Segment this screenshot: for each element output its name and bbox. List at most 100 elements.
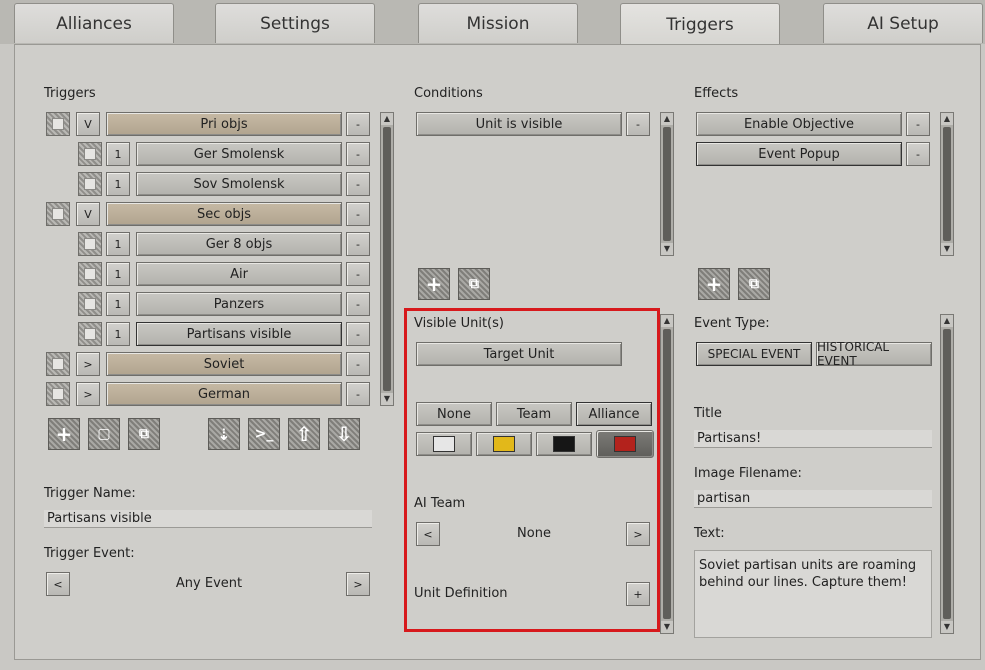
copy-condition-button[interactable]: ⧉ (458, 268, 490, 300)
add-trigger-button[interactable]: + (48, 418, 80, 450)
trigger-count[interactable]: 1 (106, 172, 130, 196)
scroll-up-icon[interactable]: ▲ (661, 113, 673, 125)
add-effect-button[interactable]: + (698, 268, 730, 300)
trigger-expand-toggle[interactable]: V (76, 112, 100, 136)
trigger-event-next-button[interactable]: > (346, 572, 370, 596)
scroll-down-icon[interactable]: ▼ (381, 393, 393, 405)
event-scrollbar[interactable]: ▲ ▼ (940, 314, 954, 634)
trigger-group-item[interactable]: Pri objs (106, 112, 342, 136)
remove-effect-button[interactable]: - (906, 142, 930, 166)
trigger-expand-toggle[interactable]: V (76, 202, 100, 226)
remove-effect-button[interactable]: - (906, 112, 930, 136)
trigger-item[interactable]: Panzers (136, 292, 342, 316)
remove-trigger-button[interactable]: - (346, 322, 370, 346)
scroll-down-icon[interactable]: ▼ (941, 243, 953, 255)
scope-team-button[interactable]: Team (496, 402, 572, 426)
trigger-checkbox[interactable] (78, 142, 102, 166)
scroll-up-icon[interactable]: ▲ (661, 315, 673, 327)
trigger-expand-toggle[interactable]: > (76, 352, 100, 376)
color-yellow-button[interactable] (476, 432, 532, 456)
scroll-thumb[interactable] (943, 127, 951, 241)
color-red-button[interactable] (596, 430, 654, 458)
remove-trigger-button[interactable]: - (346, 232, 370, 256)
scroll-thumb[interactable] (943, 329, 951, 619)
effect-item[interactable]: Enable Objective (696, 112, 902, 136)
trigger-checkbox[interactable] (78, 262, 102, 286)
trigger-item[interactable]: Ger Smolensk (136, 142, 342, 166)
trigger-count[interactable]: 1 (106, 262, 130, 286)
triggers-scrollbar[interactable]: ▲ ▼ (380, 112, 394, 406)
trigger-count[interactable]: 1 (106, 292, 130, 316)
target-unit-button[interactable]: Target Unit (416, 342, 622, 366)
trigger-checkbox[interactable] (78, 232, 102, 256)
remove-trigger-button[interactable]: - (346, 202, 370, 226)
remove-trigger-button[interactable]: - (346, 382, 370, 406)
scroll-up-icon[interactable]: ▲ (941, 113, 953, 125)
trigger-group-item[interactable]: German (106, 382, 342, 406)
scroll-thumb[interactable] (383, 127, 391, 391)
visible-units-scrollbar[interactable]: ▲ ▼ (660, 314, 674, 634)
scroll-up-icon[interactable]: ▲ (941, 315, 953, 327)
scroll-down-icon[interactable]: ▼ (661, 243, 673, 255)
image-filename-input[interactable]: partisan (694, 490, 932, 508)
trigger-checkbox[interactable] (78, 292, 102, 316)
trigger-group-item[interactable]: Sec objs (106, 202, 342, 226)
color-black-button[interactable] (536, 432, 592, 456)
scroll-thumb[interactable] (663, 329, 671, 619)
trigger-checkbox[interactable] (46, 382, 70, 406)
remove-trigger-button[interactable]: - (346, 352, 370, 376)
scope-none-button[interactable]: None (416, 402, 492, 426)
scroll-down-icon[interactable]: ▼ (941, 621, 953, 633)
remove-trigger-button[interactable]: - (346, 172, 370, 196)
scroll-down-icon[interactable]: ▼ (661, 621, 673, 633)
effects-scrollbar[interactable]: ▲ ▼ (940, 112, 954, 256)
tab-ai-setup[interactable]: AI Setup (823, 3, 983, 43)
trigger-checkbox[interactable] (46, 352, 70, 376)
conditions-scrollbar[interactable]: ▲ ▼ (660, 112, 674, 256)
title-input[interactable]: Partisans! (694, 430, 932, 448)
remove-trigger-button[interactable]: - (346, 112, 370, 136)
trigger-checkbox[interactable] (46, 202, 70, 226)
ai-team-next-button[interactable]: > (626, 522, 650, 546)
trigger-group-item[interactable]: Soviet (106, 352, 342, 376)
scope-alliance-button[interactable]: Alliance (576, 402, 652, 426)
console-button[interactable]: >_ (248, 418, 280, 450)
condition-item[interactable]: Unit is visible (416, 112, 622, 136)
effect-item-selected[interactable]: Event Popup (696, 142, 902, 166)
tab-alliances[interactable]: Alliances (14, 3, 174, 43)
add-unit-definition-button[interactable]: + (626, 582, 650, 606)
trigger-checkbox[interactable] (46, 112, 70, 136)
copy-trigger-button[interactable]: ⧉ (128, 418, 160, 450)
import-button[interactable]: ⇣ (208, 418, 240, 450)
tab-triggers[interactable]: Triggers (620, 3, 780, 45)
tab-settings[interactable]: Settings (215, 3, 375, 43)
event-text-area[interactable]: Soviet partisan units are roaming behind… (694, 550, 932, 638)
copy-effect-button[interactable]: ⧉ (738, 268, 770, 300)
remove-condition-button[interactable]: - (626, 112, 650, 136)
trigger-name-input[interactable]: Partisans visible (44, 510, 372, 528)
trigger-count[interactable]: 1 (106, 232, 130, 256)
remove-trigger-button[interactable]: - (346, 142, 370, 166)
trigger-expand-toggle[interactable]: > (76, 382, 100, 406)
add-condition-button[interactable]: + (418, 268, 450, 300)
ai-team-prev-button[interactable]: < (416, 522, 440, 546)
remove-trigger-button[interactable]: - (346, 262, 370, 286)
special-event-button[interactable]: SPECIAL EVENT (696, 342, 812, 366)
scroll-thumb[interactable] (663, 127, 671, 241)
scroll-up-icon[interactable]: ▲ (381, 113, 393, 125)
tab-mission[interactable]: Mission (418, 3, 578, 43)
color-white-button[interactable] (416, 432, 472, 456)
move-up-button[interactable]: ⇧ (288, 418, 320, 450)
trigger-item[interactable]: Ger 8 objs (136, 232, 342, 256)
trigger-count[interactable]: 1 (106, 322, 130, 346)
move-down-button[interactable]: ⇩ (328, 418, 360, 450)
trigger-count[interactable]: 1 (106, 142, 130, 166)
trigger-checkbox[interactable] (78, 172, 102, 196)
remove-trigger-button[interactable]: - (346, 292, 370, 316)
trigger-item[interactable]: Sov Smolensk (136, 172, 342, 196)
trigger-item[interactable]: Air (136, 262, 342, 286)
trigger-checkbox[interactable] (78, 322, 102, 346)
trigger-item-selected[interactable]: Partisans visible (136, 322, 342, 346)
trigger-event-prev-button[interactable]: < (46, 572, 70, 596)
add-folder-button[interactable]: ▢ (88, 418, 120, 450)
